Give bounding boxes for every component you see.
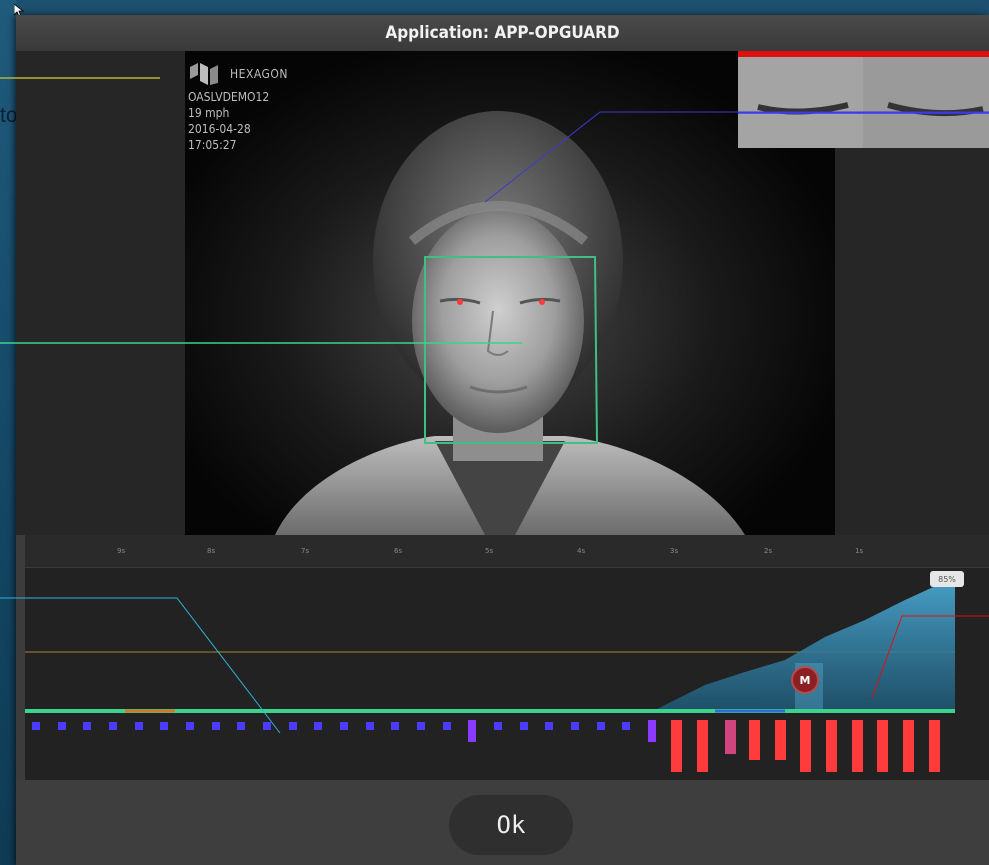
application-dialog: Application: APP-OPGUARD HEXAGON OASLVDE… xyxy=(16,15,989,865)
timeline-graph xyxy=(25,577,955,772)
device-id: OASLVDEMO12 xyxy=(188,90,270,104)
alert-bars xyxy=(671,720,940,772)
background-slide-text: to xyxy=(0,104,18,127)
desktop-background xyxy=(0,0,16,865)
eye-closeup-thumbnail xyxy=(738,51,989,148)
blink-markers xyxy=(32,722,630,730)
closure-percent-badge: 85% xyxy=(930,571,964,587)
video-pane: HEXAGON OASLVDEMO12 19 mph 2016-04-28 17… xyxy=(16,51,989,535)
ok-button[interactable]: Ok xyxy=(449,795,573,855)
hexagon-logo-icon xyxy=(190,63,218,85)
brand-name: HEXAGON xyxy=(230,67,288,81)
vehicle-speed: 19 mph xyxy=(188,106,230,120)
camera-overlay-text: HEXAGON OASLVDEMO12 19 mph 2016-04-28 17… xyxy=(188,61,288,153)
closed-eyes-image xyxy=(738,57,989,148)
event-marker-m[interactable]: M xyxy=(791,666,819,694)
drowsiness-timeline: 9s 8s 7s 6s 5s 4s 3s 2s 1s xyxy=(25,535,989,780)
dialog-title-bar: Application: APP-OPGUARD xyxy=(16,15,989,51)
dialog-title: Application: APP-OPGUARD xyxy=(385,23,620,43)
dialog-footer: Ok xyxy=(16,780,989,865)
capture-date: 2016-04-28 xyxy=(188,122,251,136)
capture-time: 17:05:27 xyxy=(188,138,237,152)
